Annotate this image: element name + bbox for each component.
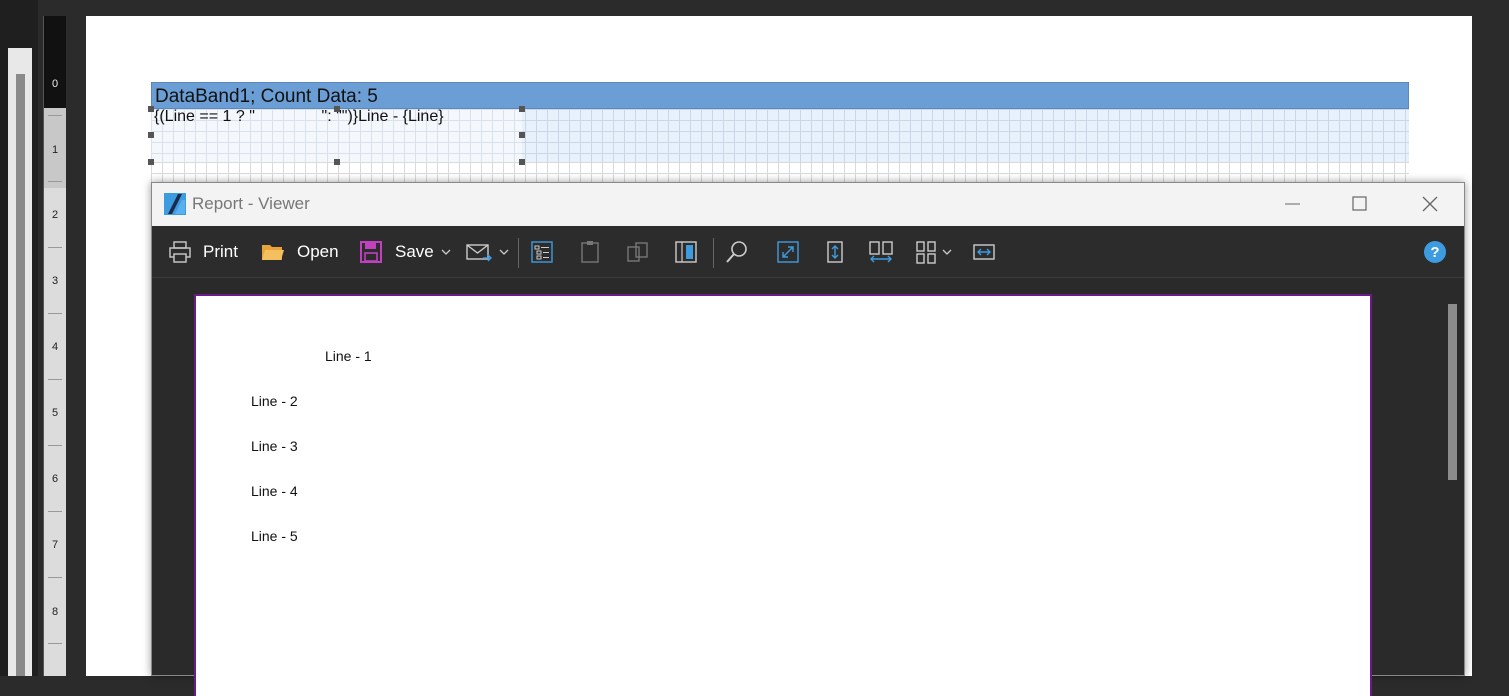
preview-area[interactable]: Line - 1 Line - 2 Line - 3 Line - 4 Line… xyxy=(152,278,1464,696)
svg-text:?: ? xyxy=(1430,244,1439,261)
viewer-title: Report - Viewer xyxy=(192,194,310,213)
full-screen-button[interactable] xyxy=(776,226,800,277)
report-app-icon xyxy=(164,193,186,215)
send-email-button[interactable] xyxy=(466,226,512,277)
maximize-icon xyxy=(1352,196,1367,211)
save-icon xyxy=(360,240,382,263)
resize-handle[interactable] xyxy=(519,106,525,112)
toolbar-separator xyxy=(518,238,519,268)
fit-width-icon xyxy=(973,243,995,260)
fit-height-icon xyxy=(827,240,843,263)
expand-icon xyxy=(777,240,799,263)
copy-icon xyxy=(627,241,648,262)
two-pages-button[interactable] xyxy=(868,226,894,277)
page-line: Line - 2 xyxy=(251,393,298,409)
left-panel-scrollbar[interactable] xyxy=(16,74,25,676)
ruler-number: 1 xyxy=(51,144,59,156)
chevron-down-icon xyxy=(499,249,509,255)
save-button[interactable]: Save xyxy=(359,226,454,277)
ruler-number: 5 xyxy=(51,407,59,419)
report-viewer-window: Report - Viewer Print Open Save ? Line -… xyxy=(151,182,1465,696)
viewer-titlebar[interactable]: Report - Viewer xyxy=(152,183,1464,226)
databand-header[interactable]: DataBand1; Count Data: 5 xyxy=(151,82,1409,109)
bookmarks-button[interactable] xyxy=(530,226,554,277)
resize-handle[interactable] xyxy=(334,159,340,165)
chevron-down-icon xyxy=(441,249,451,255)
thumbnails-icon xyxy=(675,240,697,263)
save-label: Save xyxy=(395,241,434,261)
minimize-icon xyxy=(1285,203,1300,205)
ruler-number: 3 xyxy=(51,275,59,287)
parameters-button[interactable] xyxy=(578,226,602,277)
help-button[interactable]: ? xyxy=(1423,226,1447,277)
ruler-number: 2 xyxy=(51,209,59,221)
resize-handle[interactable] xyxy=(519,159,525,165)
help-icon: ? xyxy=(1424,240,1446,263)
folder-icon xyxy=(262,244,284,260)
clipboard-icon xyxy=(581,240,599,263)
print-label: Print xyxy=(203,241,238,261)
editor-button[interactable] xyxy=(626,226,650,277)
resize-handle[interactable] xyxy=(148,159,154,165)
search-icon xyxy=(726,240,747,263)
viewer-toolbar: Print Open Save ? xyxy=(152,226,1464,278)
ruler-number: 0 xyxy=(51,78,59,90)
chevron-down-icon xyxy=(942,249,952,255)
page-line: Line - 1 xyxy=(325,348,372,364)
thumbnails-button[interactable] xyxy=(674,226,698,277)
page-width-button[interactable] xyxy=(972,226,996,277)
vertical-ruler: 0 1 2 3 4 5 6 7 8 xyxy=(43,16,66,676)
print-button[interactable]: Print xyxy=(168,226,238,277)
page-line: Line - 3 xyxy=(251,438,298,454)
resize-handle[interactable] xyxy=(148,132,154,138)
report-page: Line - 1 Line - 2 Line - 3 Line - 4 Line… xyxy=(194,294,1372,696)
ruler-number: 6 xyxy=(51,473,59,485)
printer-icon xyxy=(169,240,191,263)
resize-handle[interactable] xyxy=(519,132,525,138)
page-height-button[interactable] xyxy=(823,226,847,277)
ruler-number: 7 xyxy=(51,539,59,551)
minimize-button[interactable] xyxy=(1255,183,1325,226)
bookmarks-icon xyxy=(531,240,553,263)
two-pages-icon xyxy=(869,240,893,262)
ruler-number: 8 xyxy=(51,606,59,618)
close-icon xyxy=(1422,196,1438,212)
multiple-pages-button[interactable] xyxy=(915,226,955,277)
find-button[interactable] xyxy=(725,226,749,277)
text-component-expression: {(Line == 1 ? " ": "")}Line - {Line} xyxy=(154,108,444,125)
toolbar-separator xyxy=(713,238,714,268)
page-line: Line - 5 xyxy=(251,528,298,544)
maximize-button[interactable] xyxy=(1324,183,1394,226)
close-button[interactable] xyxy=(1394,183,1464,226)
open-label: Open xyxy=(297,241,339,261)
resize-handle[interactable] xyxy=(334,106,340,112)
open-button[interactable]: Open xyxy=(261,226,339,277)
page-line: Line - 4 xyxy=(251,483,298,499)
resize-handle[interactable] xyxy=(148,106,154,112)
ruler-number: 4 xyxy=(51,341,59,353)
vertical-scrollbar[interactable] xyxy=(1448,304,1457,480)
grid-icon xyxy=(916,240,936,264)
email-icon xyxy=(466,243,492,261)
